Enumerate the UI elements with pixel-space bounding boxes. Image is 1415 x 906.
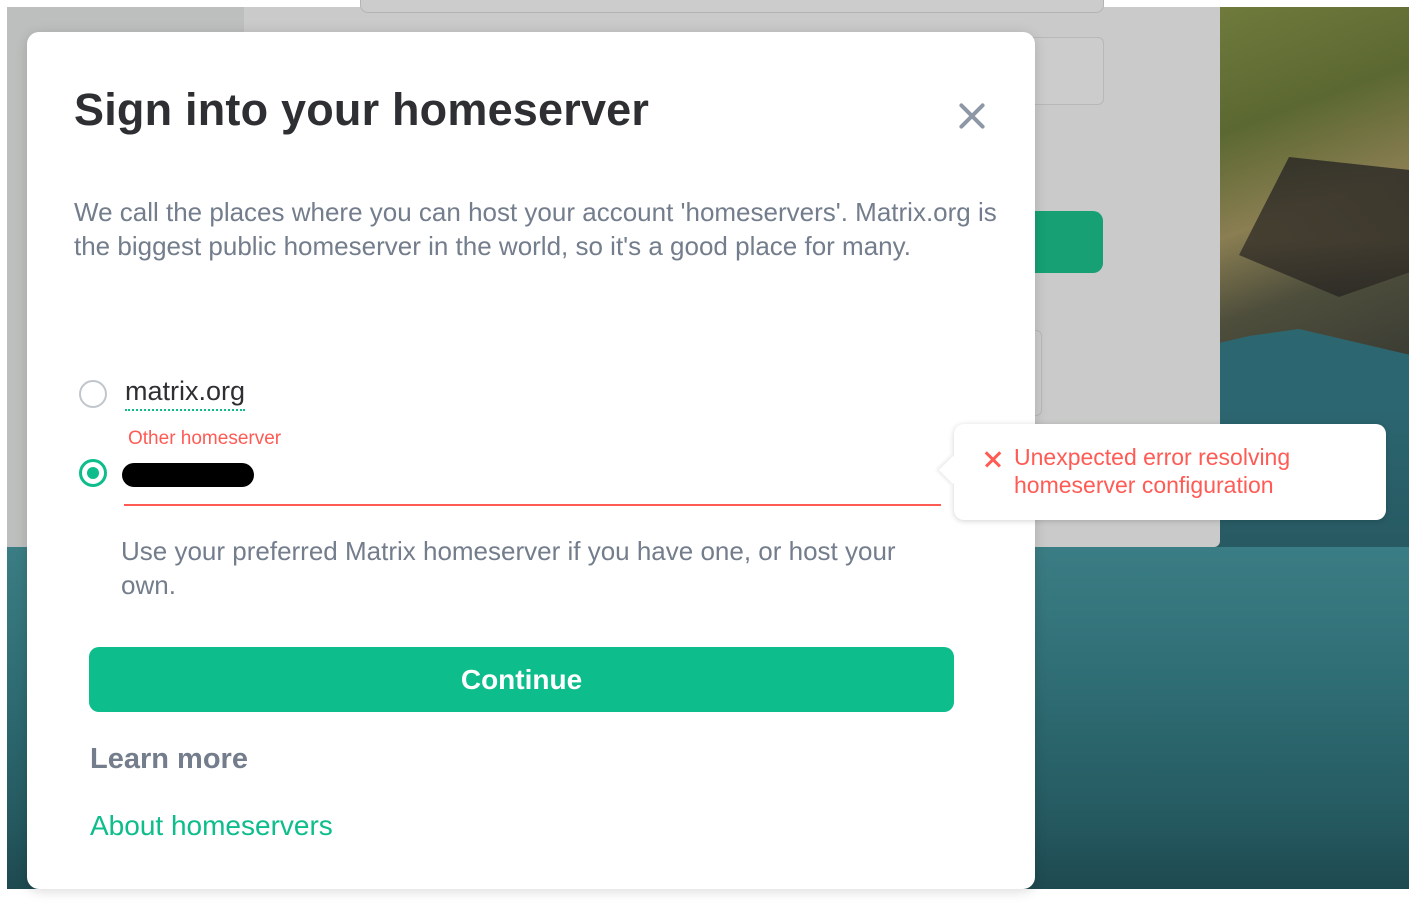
redacted-value	[122, 463, 254, 487]
radio-matrix-org[interactable]	[79, 380, 107, 408]
error-tooltip: Unexpected error resolving homeserver co…	[954, 424, 1386, 520]
error-x-icon	[982, 448, 1004, 470]
learn-more-heading: Learn more	[90, 743, 248, 775]
continue-button[interactable]: Continue	[89, 647, 954, 712]
radio-other-homeserver[interactable]	[79, 459, 107, 487]
other-homeserver-hint: Use your preferred Matrix homeserver if …	[121, 536, 896, 600]
other-homeserver-label: Other homeserver	[128, 428, 282, 449]
underlay-input	[360, 0, 1104, 13]
error-message: Unexpected error resolving homeserver co…	[1014, 444, 1291, 498]
close-icon[interactable]	[951, 96, 991, 136]
dialog-title: Sign into your homeserver	[74, 84, 650, 135]
dialog-intro-text: We call the places where you can host yo…	[74, 197, 997, 261]
server-picker-dialog: Sign into your homeserver We call the pl…	[27, 32, 1035, 889]
about-homeservers-link[interactable]: About homeservers	[90, 810, 333, 842]
matrix-org-label[interactable]: matrix.org	[125, 375, 246, 411]
